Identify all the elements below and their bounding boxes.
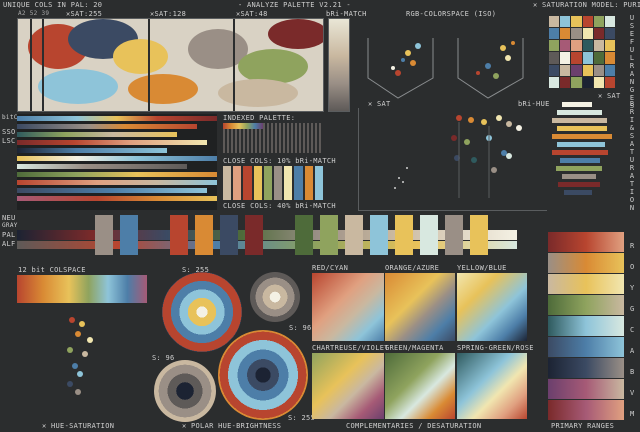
bri-match-column	[328, 18, 350, 112]
footer-complementaries: COMPLEMENTARIES / DESATURATION	[346, 422, 482, 430]
colspace-12bit-strip	[17, 275, 147, 303]
unique-colors-label: UNIQUE COLS IN PAL: 20	[3, 1, 103, 9]
complement-label: ORANGE/AZURE	[385, 264, 440, 272]
gray-label: GRAY	[2, 222, 18, 229]
bri-hue-scatter	[358, 108, 547, 211]
bri-saturation-label: BRI & SATURATION	[629, 100, 635, 212]
x-sat-label: ✕ SAT	[368, 100, 391, 108]
complement-panel: GREEN/MAGENTA	[385, 344, 455, 422]
indexed-palette	[223, 123, 323, 153]
bitc-label: bitC	[2, 114, 18, 121]
bri-match-label: bRi-MATCH	[326, 10, 367, 18]
blob	[268, 19, 323, 49]
bri-saturation-bars	[552, 100, 622, 210]
close-cols-10-label: CLOSE COLS: 10% bRi-MATCH	[223, 157, 336, 165]
primary-ranges	[548, 232, 624, 420]
complement-panel: RED/CYAN	[312, 264, 384, 342]
polar-255-a	[162, 272, 242, 352]
blob	[128, 74, 198, 104]
rgb-cube-diagram	[367, 38, 524, 99]
rgb-colorspace-label: RGB-COLORSPACE (ISO)	[406, 10, 497, 18]
complement-label: CHARTREUSE/VIOLET	[312, 344, 389, 352]
footer-primary-ranges: PRIMARY RANGES	[551, 422, 615, 430]
saturation-panel	[17, 18, 324, 112]
hue-saturation-scatter	[50, 310, 110, 410]
close-cols-40-label: CLOSE COLS: 40% bRi-MATCH	[223, 202, 336, 210]
complement-label: YELLOW/BLUE	[457, 264, 507, 272]
ssb-label: SSO	[2, 128, 16, 136]
bri-hue-dots	[394, 115, 522, 198]
complement-panel: YELLOW/BLUE	[457, 264, 527, 342]
polar-96-a	[250, 272, 300, 322]
rgb-colorspace-plot	[358, 18, 538, 113]
complement-label: GREEN/MAGENTA	[385, 344, 444, 352]
complement-panel: SPRING-GREEN/ROSE	[457, 344, 533, 422]
saturation-model-selector[interactable]: ✕ SATURATION MODEL: PURIST	[533, 1, 640, 9]
neu-label: NEU	[2, 214, 16, 222]
sat128-label: ✕SAT:128	[150, 10, 187, 18]
complement-label: SPRING-GREEN/ROSE	[457, 344, 534, 352]
pal-label: PAL	[2, 231, 16, 239]
blob	[113, 39, 168, 74]
complement-panel: CHARTREUSE/VIOLET	[312, 344, 388, 422]
colspace-12bit-label: 12 bit COLSPACE	[18, 266, 86, 274]
useful-ranges-label: USEFUL RANGES	[629, 14, 635, 110]
lsc-label: LSC	[2, 137, 16, 145]
footer-polar: ✕ POLAR HUE-BRIGHTNESS	[182, 422, 282, 430]
palette-swatches	[95, 215, 495, 263]
blob	[38, 69, 118, 104]
useful-ranges-grid	[549, 16, 615, 88]
app-title: - ANALYZE PALETTE V2.21 -	[238, 1, 351, 9]
close-cols-10	[223, 166, 323, 200]
s96-a-label: S: 96	[289, 324, 312, 332]
hue-bars	[17, 114, 217, 210]
x-sat-right-label: ✕ SAT	[598, 92, 621, 100]
sat255-label: ✕SAT:255	[66, 10, 103, 18]
alf-label: ALF	[2, 240, 16, 248]
complement-label: RED/CYAN	[312, 264, 349, 272]
complement-panel: ORANGE/AZURE	[385, 264, 455, 342]
s96-b-label: S: 96	[152, 354, 175, 362]
blob	[218, 79, 298, 107]
sat48-label: ✕SAT:48	[236, 10, 268, 18]
footer-hue-saturation: ✕ HUE-SATURATION	[42, 422, 115, 430]
bri-hue-label: bRi-HUE	[518, 100, 550, 108]
hue-letters: R O Y G C A B V M	[630, 236, 638, 425]
polar-96-b	[154, 360, 216, 422]
polar-255-b	[218, 330, 308, 420]
indexed-palette-label: INDEXED PALETTE:	[223, 114, 296, 122]
sat-small-label: A2 52 39	[18, 10, 50, 17]
